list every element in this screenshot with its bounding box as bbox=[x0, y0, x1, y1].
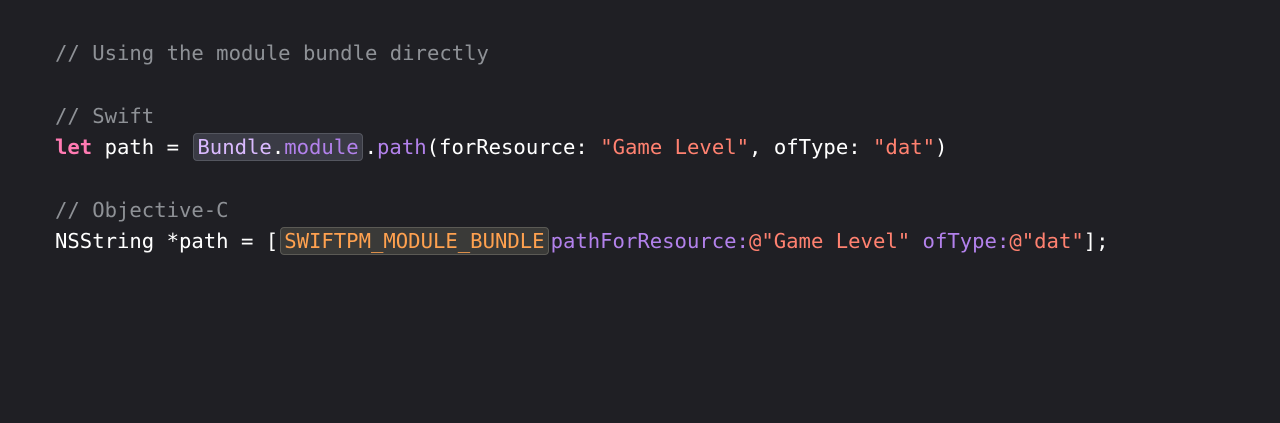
keyword-let: let bbox=[55, 135, 93, 159]
comment-objc: // Objective-C bbox=[55, 198, 229, 222]
code-editor[interactable]: // Using the module bundle directly // S… bbox=[0, 0, 1280, 423]
swiftpm-module-bundle-macro: SWIFTPM_MODULE_BUNDLE bbox=[284, 229, 545, 253]
bundle-module-highlight[interactable]: Bundle.module bbox=[193, 133, 363, 161]
comment-swift: // Swift bbox=[55, 104, 155, 128]
swiftpm-macro-highlight[interactable]: SWIFTPM_MODULE_BUNDLE bbox=[280, 227, 549, 255]
comment-main: // Using the module bundle directly bbox=[55, 41, 489, 65]
swift-path-assign: path = bbox=[92, 135, 192, 159]
selector-path-for-resource: pathForResource: bbox=[550, 229, 749, 253]
path-method: path bbox=[377, 135, 427, 159]
objc-code-line: NSString *path = [SWIFTPM_MODULE_BUNDLE p… bbox=[55, 227, 1109, 255]
dot-separator: . bbox=[271, 135, 285, 159]
objc-type-string: @"dat" bbox=[1009, 229, 1084, 253]
objc-declaration: NSString *path = [ bbox=[55, 229, 279, 253]
swift-args-close: ) bbox=[935, 135, 948, 159]
objc-space bbox=[910, 229, 922, 253]
objc-close: ]; bbox=[1083, 229, 1109, 253]
swift-args-mid: , ofType: bbox=[749, 135, 874, 159]
module-property: module bbox=[284, 135, 359, 159]
objc-resource-string: @"Game Level" bbox=[748, 229, 911, 253]
selector-of-type: ofType: bbox=[922, 229, 1010, 253]
swift-type-string: "dat" bbox=[873, 135, 936, 159]
swift-code-line: let path = Bundle.module .path(forResourc… bbox=[55, 133, 947, 161]
dot-separator-2: . bbox=[364, 135, 378, 159]
swift-args-open: (forResource: bbox=[426, 135, 601, 159]
bundle-type: Bundle bbox=[197, 135, 272, 159]
swift-resource-string: "Game Level" bbox=[600, 135, 750, 159]
